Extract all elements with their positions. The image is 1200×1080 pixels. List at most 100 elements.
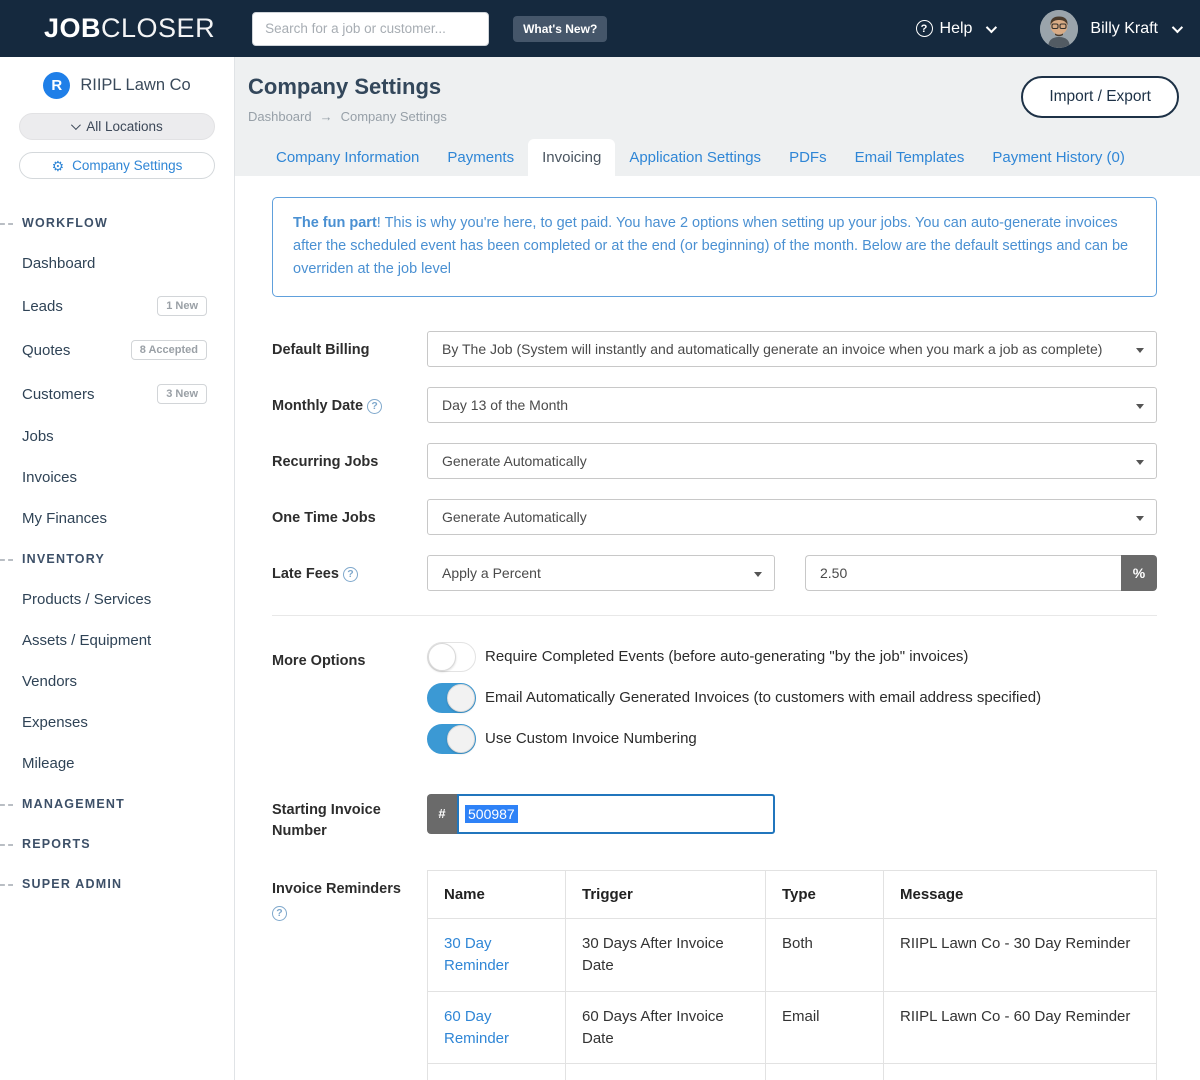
section-label: WORKFLOW (22, 216, 108, 230)
reminder-message: RIIPL Lawn Co - 30 Day Reminder (883, 918, 1157, 992)
starting-invoice-row: Starting Invoice Number # 500987 (272, 791, 1157, 842)
recurring-jobs-select[interactable]: Generate Automatically (427, 442, 1157, 479)
page-header: Company Settings Dashboard → Company Set… (235, 57, 1200, 176)
tab-bar: Company Information Payments Invoicing A… (248, 139, 1179, 176)
leads-badge: 1 New (157, 296, 207, 316)
invoice-reminders-table: Name Trigger Type Message 30 Day Reminde… (427, 869, 1157, 1080)
whats-new-button[interactable]: What's New? (513, 15, 608, 42)
all-locations-label: All Locations (86, 119, 163, 134)
sidebar-item-label: Vendors (22, 673, 78, 690)
late-fees-help-icon[interactable]: ? (342, 566, 358, 582)
section-management[interactable]: MANAGEMENT (0, 784, 234, 824)
tab-email-templates[interactable]: Email Templates (841, 139, 979, 176)
sidebar-item-assets-equipment[interactable]: Assets / Equipment (0, 620, 234, 661)
section-tick-icon (0, 559, 13, 561)
reminder-type: Both (765, 918, 884, 992)
company-settings-label: Company Settings (72, 158, 183, 173)
sidebar-item-my-finances[interactable]: My Finances (0, 498, 234, 539)
email-generated-invoices-toggle[interactable] (427, 682, 476, 713)
header-message: Message (883, 869, 1157, 920)
section-label: REPORTS (22, 837, 91, 851)
app-logo: JOBCLOSER (44, 13, 215, 44)
search-input[interactable] (252, 11, 490, 46)
invoice-reminders-row: Invoice Reminders ? Name Trigger Type Me… (272, 869, 1157, 1080)
breadcrumb-dashboard[interactable]: Dashboard (248, 109, 312, 124)
default-billing-select[interactable]: By The Job (System will instantly and au… (427, 330, 1157, 367)
chevron-down-icon (986, 21, 998, 33)
selected-input-text: 500987 (465, 804, 518, 823)
breadcrumb-arrow-icon: → (319, 109, 333, 124)
tab-pdfs[interactable]: PDFs (775, 139, 841, 176)
late-fee-amount-input[interactable]: 2.50 (805, 554, 1121, 591)
toggle-knob (428, 642, 456, 671)
chevron-down-icon (71, 120, 82, 131)
custom-invoice-numbering-row: Use Custom Invoice Numbering (427, 723, 1157, 754)
tab-payments[interactable]: Payments (433, 139, 528, 176)
section-tick-icon (0, 844, 13, 846)
reminder-trigger: 45 Days After Invoice Date (565, 1063, 766, 1080)
sidebar-item-products-services[interactable]: Products / Services (0, 579, 234, 620)
sidebar-item-mileage[interactable]: Mileage (0, 743, 234, 784)
avatar[interactable] (1040, 9, 1079, 48)
reminder-trigger: 30 Days After Invoice Date (565, 918, 766, 992)
starting-invoice-label: Starting Invoice Number (272, 801, 381, 839)
invoice-reminders-help-icon[interactable]: ? (272, 905, 287, 921)
tab-payment-history[interactable]: Payment History (0) (978, 139, 1139, 176)
toggle-label: Require Completed Events (before auto-ge… (485, 648, 969, 666)
monthly-date-help-icon[interactable]: ? (367, 398, 383, 414)
section-super-admin[interactable]: SUPER ADMIN (0, 864, 234, 904)
help-label: Help (939, 19, 973, 37)
sidebar-item-label: Expenses (22, 714, 88, 731)
sidebar-item-invoices[interactable]: Invoices (0, 457, 234, 498)
company-settings-button[interactable]: ⚙ Company Settings (19, 152, 215, 179)
sidebar-item-vendors[interactable]: Vendors (0, 661, 234, 702)
import-export-button[interactable]: Import / Export (1021, 76, 1179, 118)
company-identity: R RIIPL Lawn Co (0, 72, 234, 99)
tab-invoicing[interactable]: Invoicing (528, 139, 616, 176)
sidebar-item-label: Products / Services (22, 591, 152, 608)
header-type: Type (765, 869, 884, 920)
help-menu[interactable]: ? Help (915, 19, 998, 38)
custom-invoice-numbering-toggle[interactable] (427, 723, 476, 754)
invoice-reminders-label: Invoice Reminders (272, 880, 401, 897)
header-name: Name (427, 869, 566, 920)
sidebar-item-expenses[interactable]: Expenses (0, 702, 234, 743)
sidebar-item-dashboard[interactable]: Dashboard (0, 243, 234, 284)
reminder-trigger: 60 Days After Invoice Date (565, 990, 766, 1065)
monthly-date-select[interactable]: Day 13 of the Month (427, 386, 1157, 423)
late-fees-label: Late Fees (272, 565, 339, 582)
section-inventory[interactable]: INVENTORY (0, 539, 234, 579)
reminder-link-30-day[interactable]: 30 Day Reminder (444, 935, 509, 974)
section-reports[interactable]: REPORTS (0, 824, 234, 864)
sidebar-item-label: Customers (22, 385, 95, 403)
sidebar-item-customers[interactable]: Customers 3 New (0, 372, 234, 416)
tab-application-settings[interactable]: Application Settings (615, 139, 775, 176)
reminder-link-60-day[interactable]: 60 Day Reminder (444, 1008, 509, 1047)
recurring-jobs-label: Recurring Jobs (272, 453, 379, 470)
user-menu-chevron-icon[interactable] (1171, 21, 1184, 33)
all-locations-dropdown[interactable]: All Locations (19, 113, 215, 140)
invoicing-panel: The fun part! This is why you're here, t… (235, 176, 1200, 1080)
sidebar-item-quotes[interactable]: Quotes 8 Accepted (0, 328, 234, 372)
more-options-row: More Options Require Completed Events (b… (272, 641, 1157, 765)
section-workflow[interactable]: WORKFLOW (0, 203, 234, 243)
table-row: 30 Day Reminder 30 Days After Invoice Da… (427, 918, 1157, 992)
company-name: RIIPL Lawn Co (80, 76, 191, 94)
late-fees-select[interactable]: Apply a Percent (427, 554, 775, 591)
one-time-jobs-select[interactable]: Generate Automatically (427, 498, 1157, 535)
starting-invoice-input[interactable]: 500987 (457, 793, 775, 834)
header-trigger: Trigger (565, 869, 766, 920)
tab-company-information[interactable]: Company Information (262, 139, 433, 176)
section-tick-icon (0, 804, 13, 806)
intro-info-box: The fun part! This is why you're here, t… (272, 197, 1157, 297)
sidebar-item-label: Leads (22, 297, 63, 315)
quotes-badge: 8 Accepted (130, 340, 207, 360)
require-completed-events-toggle[interactable] (427, 641, 476, 672)
toggle-knob (447, 724, 475, 753)
avatar-image (1040, 9, 1079, 48)
monthly-date-label: Monthly Date (272, 397, 364, 414)
one-time-jobs-label: One Time Jobs (272, 509, 376, 526)
table-row: 60 Day Reminder 60 Days After Invoice Da… (427, 990, 1157, 1065)
sidebar-item-jobs[interactable]: Jobs (0, 416, 234, 457)
sidebar-item-leads[interactable]: Leads 1 New (0, 284, 234, 328)
